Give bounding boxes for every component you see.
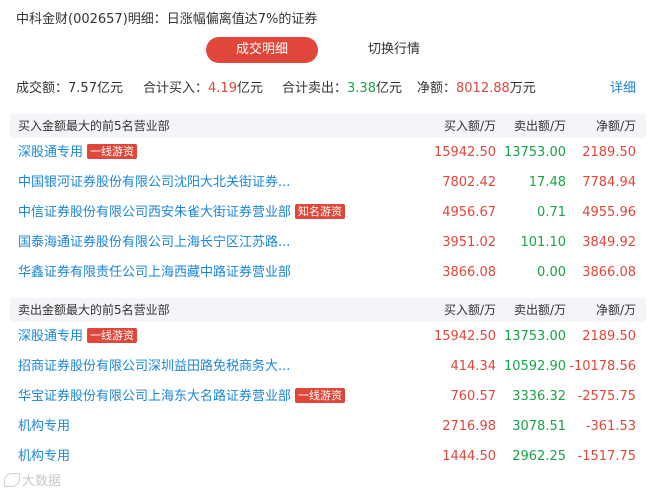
sell-total-value: 3.38 bbox=[347, 81, 376, 96]
buy-summary: 合计买入：4.19亿元 bbox=[143, 77, 263, 96]
column-header-buy: 买入额/万 bbox=[443, 303, 496, 317]
sell-amount: 17.48 bbox=[528, 175, 566, 190]
table-row: 国泰海通证券股份有限公司上海长宁区江苏路... 3951.02 101.10 3849… bbox=[10, 228, 646, 258]
buy-amount: 3866.08 bbox=[442, 265, 496, 280]
broker-name-link[interactable]: 招商证券股份有限公司深圳益田路免税商务大... bbox=[18, 352, 290, 382]
net-total-label: 净额： bbox=[417, 81, 457, 96]
sell-amount: 2962.25 bbox=[512, 449, 566, 464]
broker-name: 中信证券股份有限公司西安朱雀大街证券营业部 bbox=[18, 205, 292, 220]
turnover-summary: 成交额：7.57亿元 bbox=[16, 77, 123, 96]
buy-amount: 1444.50 bbox=[442, 449, 496, 464]
sell-amount: 10592.90 bbox=[503, 359, 566, 374]
watermark-text: 大数据 bbox=[22, 474, 62, 489]
broker-name: 机构专用 bbox=[18, 419, 71, 434]
sell-section-title: 卖出金额最大的前5名营业部 bbox=[18, 303, 170, 317]
sell-amount: 3078.51 bbox=[512, 419, 566, 434]
sell-amount: 13753.00 bbox=[503, 329, 566, 344]
turnover-label: 成交额： bbox=[16, 81, 69, 96]
table-row: 深股通专用 一线游资 15942.50 13753.00 2189.50 bbox=[10, 322, 646, 352]
buy-amount: 760.57 bbox=[450, 389, 497, 404]
buy-amount: 4956.67 bbox=[442, 205, 496, 220]
sell-total-unit: 亿元 bbox=[375, 81, 402, 96]
buy-section-title: 买入金额最大的前5名营业部 bbox=[18, 119, 170, 133]
broker-name: 中国银河证券股份有限公司沈阳大北关街证券... bbox=[18, 175, 291, 190]
table-row: 华宝证券股份有限公司上海东大名路证券营业部 一线游资 760.57 3336.32 -2… bbox=[10, 382, 646, 412]
net-summary: 净额：8012.88万元 bbox=[417, 77, 536, 96]
turnover-value: 7.57亿元 bbox=[68, 81, 123, 96]
broker-name-link[interactable]: 国泰海通证券股份有限公司上海长宁区江苏路... bbox=[18, 228, 290, 258]
detail-link[interactable]: 详细 bbox=[610, 77, 636, 96]
summary-bar: 成交额：7.57亿元 合计买入：4.19亿元 合计卖出：3.38亿元 净额：80… bbox=[16, 77, 640, 97]
broker-name-link[interactable]: 深股通专用 一线游资 bbox=[18, 322, 138, 352]
column-header-sell: 卖出额/万 bbox=[513, 119, 566, 133]
sell-section-header: 卖出金额最大的前5名营业部 买入额/万 卖出额/万 净额/万 bbox=[10, 298, 646, 322]
trader-tag-badge: 一线游资 bbox=[87, 144, 138, 159]
broker-name: 华宝证券股份有限公司上海东大名路证券营业部 bbox=[18, 389, 292, 404]
trader-tag-badge: 知名游资 bbox=[295, 204, 346, 219]
broker-name: 华鑫证券有限责任公司上海西藏中路证券营业部 bbox=[18, 265, 292, 280]
sell-amount: 13753.00 bbox=[503, 145, 566, 160]
tab-switch-quote[interactable]: 切换行情 bbox=[338, 37, 450, 63]
table-row: 华鑫证券有限责任公司上海西藏中路证券营业部 3866.08 0.00 3866.08 bbox=[10, 258, 646, 288]
column-header-net: 净额/万 bbox=[595, 303, 636, 317]
buy-total-label: 合计买入： bbox=[143, 81, 209, 96]
buy-amount: 15942.50 bbox=[433, 145, 496, 160]
broker-name: 深股通专用 bbox=[18, 329, 84, 344]
column-header-buy: 买入额/万 bbox=[443, 119, 496, 133]
broker-name: 国泰海通证券股份有限公司上海长宁区江苏路... bbox=[18, 235, 291, 250]
tab-bar: 成交明细 切换行情 bbox=[0, 37, 656, 63]
net-total-unit: 万元 bbox=[509, 81, 536, 96]
net-amount: 2189.50 bbox=[582, 145, 636, 160]
net-amount: -2575.75 bbox=[577, 389, 636, 404]
net-amount: 2189.50 bbox=[582, 329, 636, 344]
table-row: 中信证券股份有限公司西安朱雀大街证券营业部 知名游资 4956.67 0.71 4955… bbox=[10, 198, 646, 228]
net-amount: 3866.08 bbox=[582, 265, 636, 280]
broker-name-link[interactable]: 中信证券股份有限公司西安朱雀大街证券营业部 知名游资 bbox=[18, 198, 346, 228]
sell-total-label: 合计卖出： bbox=[282, 81, 348, 96]
buy-amount: 15942.50 bbox=[433, 329, 496, 344]
watermark: 大数据 bbox=[4, 470, 61, 489]
buy-section-header: 买入金额最大的前5名营业部 买入额/万 卖出额/万 净额/万 bbox=[10, 114, 646, 138]
net-amount: 3849.92 bbox=[582, 235, 636, 250]
broker-name: 深股通专用 bbox=[18, 145, 84, 160]
broker-name-link[interactable]: 华鑫证券有限责任公司上海西藏中路证券营业部 bbox=[18, 258, 291, 288]
sell-amount: 0.71 bbox=[537, 205, 566, 220]
net-amount: -1517.75 bbox=[577, 449, 636, 464]
net-amount: 4955.96 bbox=[582, 205, 636, 220]
buy-total-unit: 亿元 bbox=[236, 81, 263, 96]
broker-name-link[interactable]: 华宝证券股份有限公司上海东大名路证券营业部 一线游资 bbox=[18, 382, 346, 412]
trader-tag-badge: 一线游资 bbox=[295, 388, 346, 403]
broker-name-link[interactable]: 机构专用 bbox=[18, 412, 70, 442]
column-header-net: 净额/万 bbox=[595, 119, 636, 133]
net-amount: -10178.56 bbox=[569, 359, 636, 374]
buy-amount: 3951.02 bbox=[442, 235, 496, 250]
table-row: 深股通专用 一线游资 15942.50 13753.00 2189.50 bbox=[10, 138, 646, 168]
broker-name-link[interactable]: 机构专用 bbox=[18, 442, 70, 472]
broker-name-link[interactable]: 深股通专用 一线游资 bbox=[18, 138, 138, 168]
broker-name: 机构专用 bbox=[18, 449, 71, 464]
broker-name: 招商证券股份有限公司深圳益田路免税商务大... bbox=[18, 359, 291, 374]
buy-amount: 2716.98 bbox=[442, 419, 496, 434]
column-header-sell: 卖出额/万 bbox=[513, 303, 566, 317]
net-amount: 7784.94 bbox=[582, 175, 636, 190]
table-row: 机构专用 1444.50 2962.25 -1517.75 bbox=[10, 442, 646, 472]
table-row: 机构专用 2716.98 3078.51 -361.53 bbox=[10, 412, 646, 442]
sell-amount: 3336.32 bbox=[512, 389, 566, 404]
buy-total-value: 4.19 bbox=[208, 81, 237, 96]
broker-name-link[interactable]: 中国银河证券股份有限公司沈阳大北关街证券... bbox=[18, 168, 290, 198]
net-amount: -361.53 bbox=[585, 419, 636, 434]
sell-amount: 0.00 bbox=[537, 265, 566, 280]
buy-amount: 414.34 bbox=[450, 359, 497, 374]
sell-amount: 101.10 bbox=[520, 235, 567, 250]
trader-tag-badge: 一线游资 bbox=[87, 328, 138, 343]
sell-summary: 合计卖出：3.38亿元 bbox=[282, 77, 402, 96]
watermark-logo-icon bbox=[4, 473, 20, 487]
table-row: 中国银河证券股份有限公司沈阳大北关街证券... 7802.42 17.48 7784.… bbox=[10, 168, 646, 198]
buy-amount: 7802.42 bbox=[442, 175, 496, 190]
tab-trade-detail[interactable]: 成交明细 bbox=[206, 37, 318, 63]
net-total-value: 8012.88 bbox=[456, 81, 510, 96]
table-row: 招商证券股份有限公司深圳益田路免税商务大... 414.34 10592.90 -10… bbox=[10, 352, 646, 382]
page-title: 中科金财(002657)明细：日涨幅偏离值达7%的证券 bbox=[16, 12, 318, 27]
